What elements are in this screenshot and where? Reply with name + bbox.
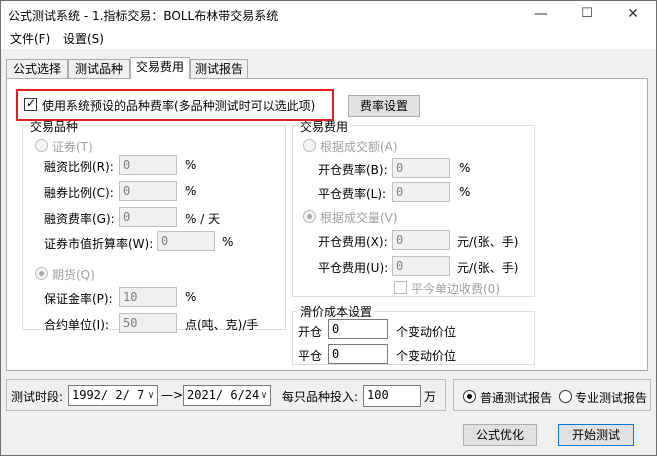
slippage-close-input[interactable]: 0 [328, 344, 388, 364]
main-window: 公式测试系统 - 1.指标交易：BOLL布林带交易系统 — ☐ ✕ 文件(F) … [0, 0, 657, 456]
end-date-picker[interactable]: 2021/ 6/24 ∨ [183, 385, 271, 406]
slippage-open-unit: 个变动价位 [396, 325, 457, 339]
tab-formula-select[interactable]: 公式选择 [6, 59, 68, 79]
report-normal-radio[interactable] [463, 390, 476, 403]
invest-label: 每只品种投入: [282, 390, 359, 404]
open-fee-unit: 元/(张、手) [457, 235, 519, 249]
margin-rate-label: 保证金率(P): [44, 292, 113, 306]
close-button[interactable]: ✕ [610, 1, 656, 29]
maximize-button[interactable]: ☐ [564, 1, 610, 29]
menu-settings[interactable]: 设置(S) [63, 30, 104, 47]
start-date-value: 1992/ 2/ 7 [72, 388, 145, 402]
slippage-title: 滑价成本设置 [298, 303, 375, 320]
short-sell-ratio-unit: % [185, 184, 197, 198]
date-range-arrow: —> [161, 388, 184, 402]
margin-rate-input[interactable]: 10 [119, 287, 177, 307]
highlight-box [16, 89, 334, 121]
short-sell-ratio-label: 融券比例(C): [44, 186, 114, 200]
chevron-down-icon: ∨ [147, 390, 154, 401]
invest-unit: 万 [424, 390, 437, 404]
slippage-close-label: 平仓 [298, 349, 323, 363]
close-today-single-label: 平今单边收费(0) [411, 282, 500, 296]
slippage-open-label: 开仓 [298, 325, 323, 339]
contract-unit-label: 合约单位(I): [44, 318, 109, 332]
fee-settings-button[interactable]: 费率设置 [348, 95, 420, 117]
start-test-button[interactable]: 开始测试 [558, 424, 634, 446]
close-fee-unit: 元/(张、手) [457, 261, 519, 275]
finance-rate-unit: % / 天 [185, 212, 221, 226]
open-fee-rate-input[interactable]: 0 [392, 158, 450, 178]
margin-finance-ratio-input[interactable]: 0 [119, 155, 177, 175]
futures-label: 期货(Q) [52, 268, 95, 282]
tab-test-report[interactable]: 测试报告 [190, 59, 248, 79]
by-volume-radio[interactable] [303, 210, 316, 223]
securities-discount-unit: % [222, 235, 234, 249]
menu-file[interactable]: 文件(F) [10, 30, 50, 47]
close-today-single-checkbox[interactable] [394, 281, 407, 294]
title-bar: 公式测试系统 - 1.指标交易：BOLL布林带交易系统 — ☐ ✕ [1, 1, 656, 29]
margin-finance-ratio-unit: % [185, 158, 197, 172]
contract-unit-input[interactable]: 50 [119, 313, 177, 333]
tab-test-variety[interactable]: 测试品种 [68, 59, 130, 79]
slippage-open-input[interactable]: 0 [328, 319, 388, 339]
report-normal-label: 普通测试报告 [480, 391, 553, 405]
start-date-picker[interactable]: 1992/ 2/ 7 ∨ [68, 385, 158, 406]
end-date-value: 2021/ 6/24 [187, 388, 260, 402]
optimize-formula-button[interactable]: 公式优化 [463, 424, 537, 446]
menu-bar: 文件(F) 设置(S) [1, 29, 656, 49]
period-label: 测试时段: [11, 390, 64, 404]
securities-label: 证券(T) [52, 140, 93, 154]
margin-rate-unit: % [185, 290, 197, 304]
minimize-button[interactable]: — [518, 1, 564, 29]
trade-fee-page: 使用系统预设的品种费率(多品种测试时可以选此项) 费率设置 交易品种 证券(T)… [6, 78, 648, 371]
futures-radio[interactable] [35, 267, 48, 280]
securities-discount-input[interactable]: 0 [157, 231, 215, 251]
chevron-down-icon: ∨ [260, 390, 267, 401]
close-fee-rate-unit: % [459, 185, 471, 199]
open-fee-rate-label: 开仓费率(B): [318, 163, 388, 177]
window-title: 公式测试系统 - 1.指标交易：BOLL布林带交易系统 [8, 9, 279, 23]
by-amount-radio[interactable] [303, 139, 316, 152]
open-fee-input[interactable]: 0 [392, 230, 450, 250]
invest-input[interactable]: 100 [363, 385, 421, 407]
close-fee-input[interactable]: 0 [392, 256, 450, 276]
contract-unit-unit: 点(吨、克)/手 [185, 318, 259, 332]
open-fee-rate-unit: % [459, 161, 471, 175]
margin-finance-ratio-label: 融资比例(R): [44, 160, 114, 174]
short-sell-ratio-input[interactable]: 0 [119, 181, 177, 201]
report-pro-radio[interactable] [559, 390, 572, 403]
finance-rate-label: 融资费率(G): [44, 212, 115, 226]
open-fee-label: 开仓费用(X): [318, 235, 388, 249]
close-fee-rate-label: 平仓费率(L): [318, 187, 387, 201]
securities-radio[interactable] [35, 139, 48, 152]
securities-discount-label: 证券市值折算率(W): [44, 237, 154, 251]
report-pro-label: 专业测试报告 [575, 391, 648, 405]
by-amount-label: 根据成交额(A) [320, 140, 398, 154]
tab-trade-fee[interactable]: 交易费用 [130, 57, 190, 79]
finance-rate-input[interactable]: 0 [119, 207, 177, 227]
slippage-close-unit: 个变动价位 [396, 349, 457, 363]
close-fee-label: 平仓费用(U): [318, 261, 389, 275]
by-volume-label: 根据成交量(V) [320, 211, 398, 225]
close-fee-rate-input[interactable]: 0 [392, 182, 450, 202]
